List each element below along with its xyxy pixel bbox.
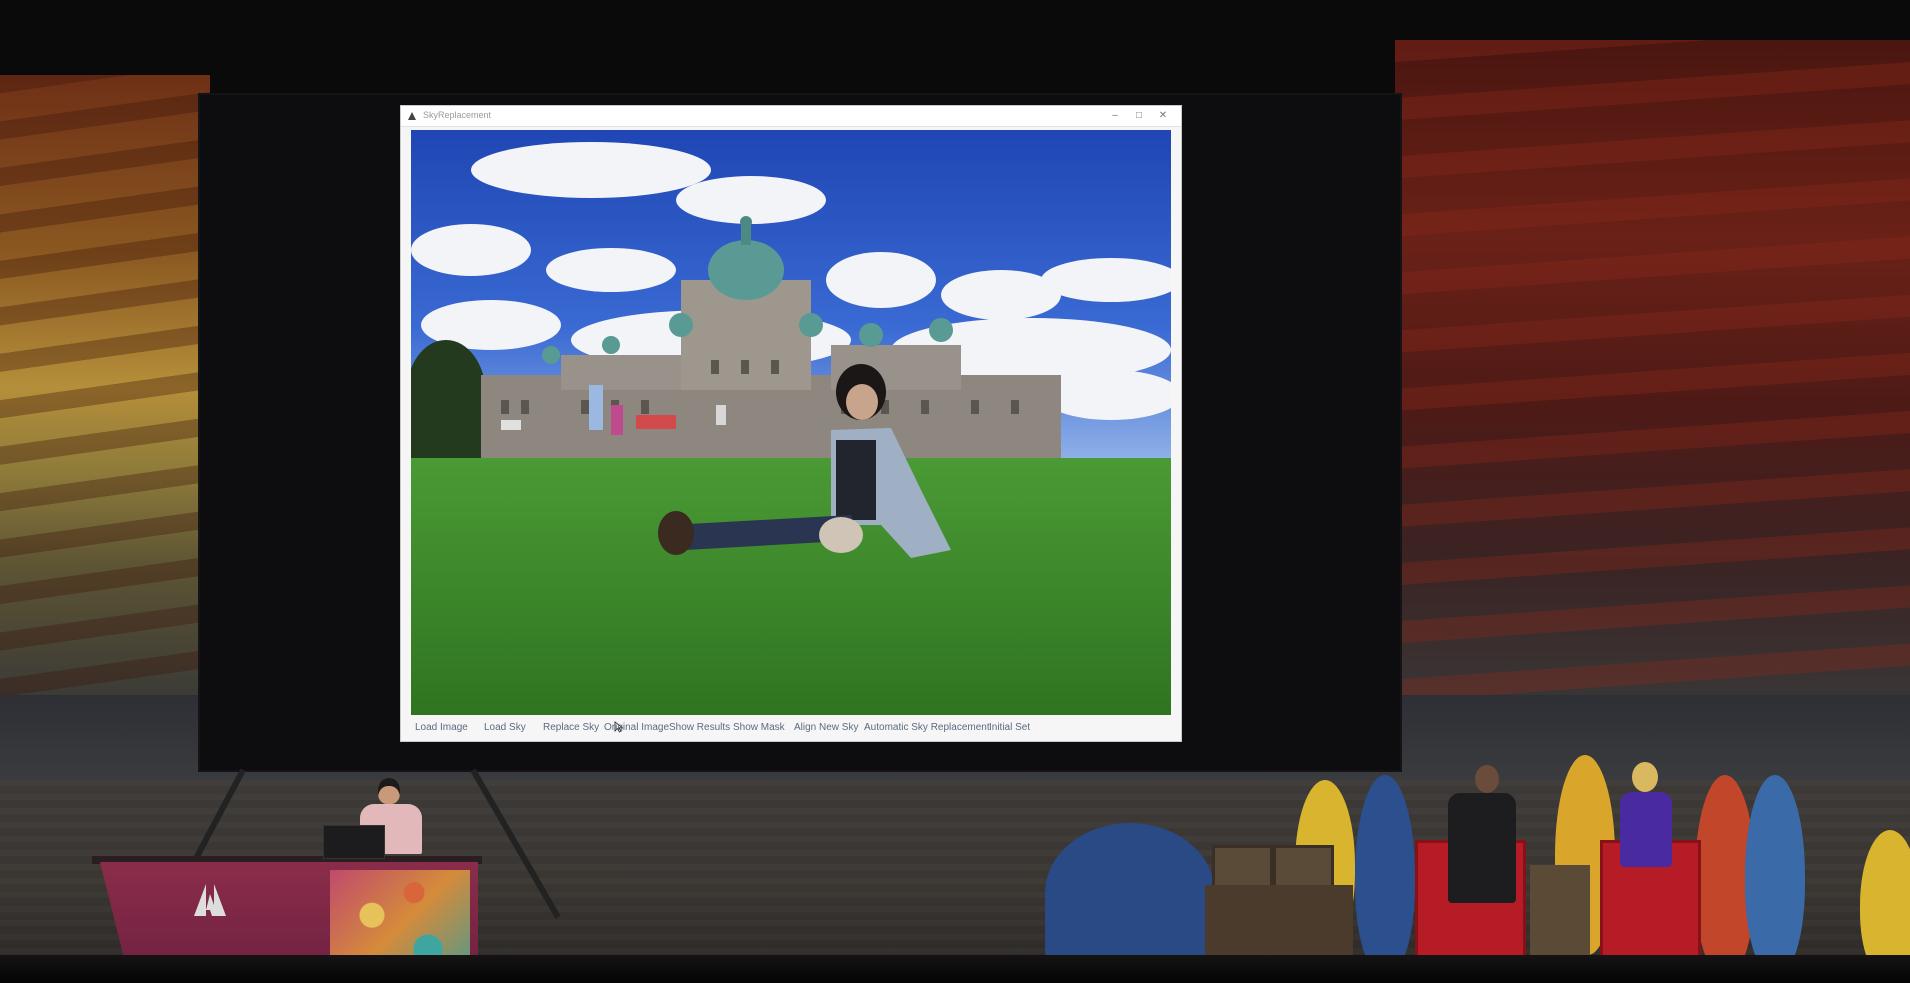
lawn — [411, 458, 1171, 715]
show-mask-button[interactable]: Show Mask — [733, 722, 785, 733]
beach-umbrella — [1045, 823, 1215, 963]
host-body — [1448, 793, 1516, 903]
cohost-head — [1632, 762, 1658, 792]
stage-backdrop-left — [0, 75, 210, 700]
app-toolbar: Load Image Load Sky Replace Sky Original… — [401, 716, 1181, 741]
app-window: SkyReplacement – □ ✕ Load Image Load Sky… — [400, 105, 1182, 742]
audience-silhouettes — [0, 955, 1910, 983]
window-title: SkyReplacement — [423, 110, 492, 120]
photo-image — [411, 130, 1171, 715]
stage-backdrop-right — [1395, 40, 1910, 700]
initial-set-button[interactable]: Initial Set — [989, 722, 1030, 733]
adobe-logo-icon — [194, 884, 226, 916]
align-new-sky-button[interactable]: Align New Sky — [794, 722, 858, 733]
replace-sky-button[interactable]: Replace Sky — [543, 722, 599, 733]
maximize-button[interactable]: □ — [1129, 108, 1149, 124]
side-table — [1530, 865, 1590, 955]
app-logo-icon — [408, 112, 416, 120]
automatic-sky-replacement-button[interactable]: Automatic Sky Replacement — [864, 722, 990, 733]
show-results-button[interactable]: Show Results — [669, 722, 730, 733]
presenter-head — [378, 778, 400, 804]
laptop — [323, 825, 385, 859]
host-head — [1475, 765, 1499, 793]
cohost-body — [1620, 792, 1672, 867]
surfboard — [1745, 775, 1805, 975]
minimize-button[interactable]: – — [1105, 108, 1125, 124]
load-image-button[interactable]: Load Image — [415, 722, 468, 733]
original-image-button[interactable]: Original Image — [604, 722, 669, 733]
close-button[interactable]: ✕ — [1153, 108, 1173, 124]
load-sky-button[interactable]: Load Sky — [484, 722, 526, 733]
photo-canvas[interactable] — [411, 130, 1171, 715]
window-titlebar[interactable]: SkyReplacement – □ ✕ — [401, 106, 1181, 127]
surfboard — [1355, 775, 1415, 975]
